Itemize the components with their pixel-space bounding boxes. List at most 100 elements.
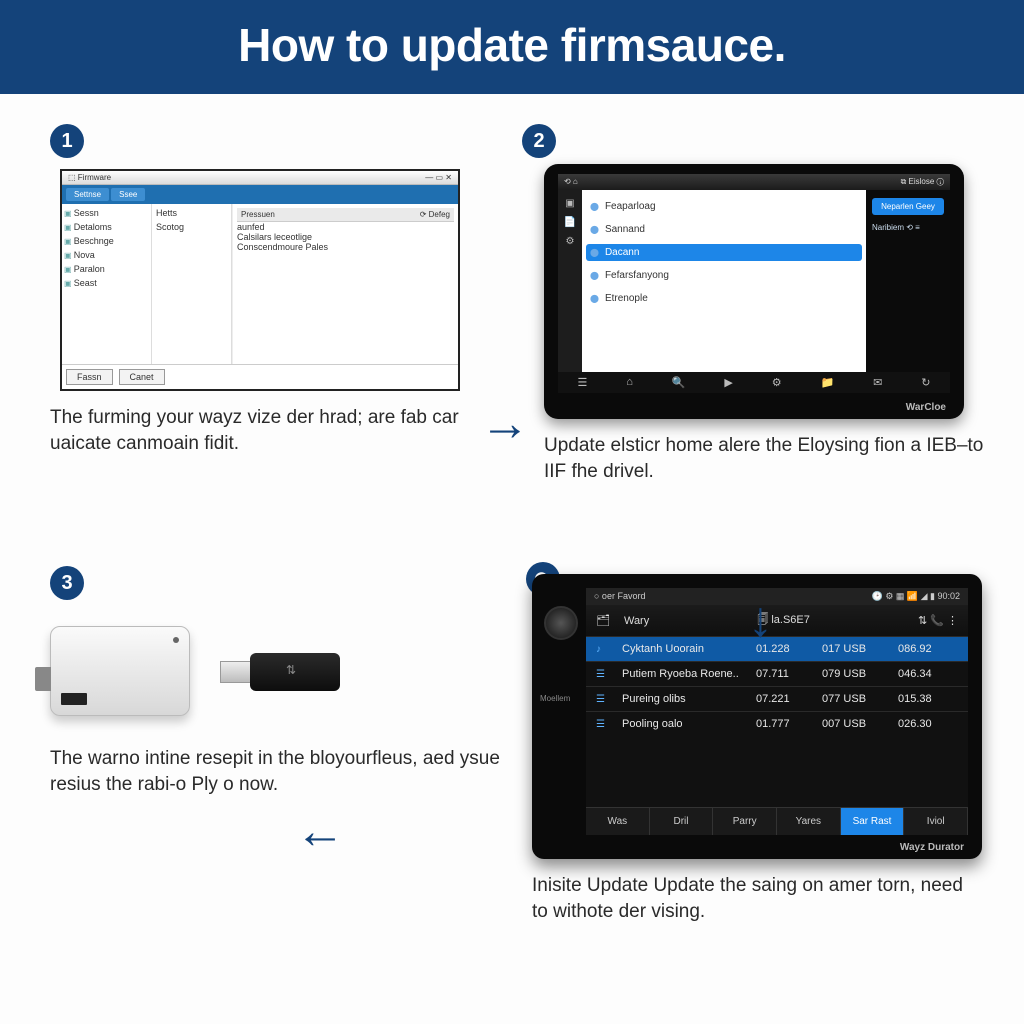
row-c3: 026.30 — [898, 718, 958, 730]
table-row[interactable]: ☰ Pureing olibs 07.221 077 USB 015.38 — [586, 686, 968, 711]
row-name: Pooling oalo — [622, 718, 750, 730]
steps-grid: → → → 1 ⬚ Firmware — ▭ ✕ Settnse Ssee Se… — [0, 94, 1024, 1018]
status-left: ○ oer Favord — [594, 591, 645, 602]
headunit-tabbar: Was Dril Parry Yares Sar Rast Iviol — [586, 807, 968, 835]
tablet-right-panel: Neparlen Geey Naribiem ⟲ ≡ — [866, 190, 950, 372]
step-2: 2 ⟲ ⌂ ⧉ Eislose ⓘ ▣ 📄 ⚙ Feaparloag — [522, 124, 984, 556]
step-4-caption: Inisite Update Update the saing on amer … — [532, 873, 984, 924]
tablet-side-icon[interactable]: ⚙ — [566, 236, 575, 247]
tablet-list-item-selected[interactable]: Dacann — [586, 244, 862, 261]
dock-icon[interactable]: 📁 — [821, 376, 835, 389]
row-c3: 046.34 — [898, 668, 958, 680]
pc-tab[interactable]: Ssee — [111, 188, 145, 201]
header-icons[interactable]: ⇅ 📞 ⋮ — [918, 614, 958, 627]
pc-detail-head-left: Pressuen — [241, 210, 275, 219]
row-c3: 086.92 — [898, 643, 958, 655]
pc-mid-item[interactable]: Hetts — [156, 208, 227, 218]
arrow-left-icon: → — [295, 819, 345, 877]
dock-icon[interactable]: ⌂ — [626, 376, 633, 389]
row-c2: 079 USB — [822, 668, 892, 680]
row-name: Putiem Ryoeba Roene.. — [622, 668, 750, 680]
row-c1: 01.777 — [756, 718, 816, 730]
tablet-sidebar: ▣ 📄 ⚙ — [558, 190, 582, 372]
tablet-brand: WarCloe — [906, 402, 946, 413]
headunit-brand: Wayz Durator — [900, 842, 964, 853]
dock-icon[interactable]: ☰ — [577, 376, 587, 389]
pc-nav-item[interactable]: Beschnge — [64, 236, 149, 246]
usb-stick-icon — [220, 645, 340, 697]
arrow-right-icon: → — [480, 394, 530, 452]
tablet-side-icon[interactable]: ▣ — [565, 198, 574, 209]
pc-tab[interactable]: Settnse — [66, 188, 109, 201]
pc-button-secondary[interactable]: Canet — [119, 369, 165, 385]
row-c2: 007 USB — [822, 718, 892, 730]
pc-nav-item[interactable]: Nova — [64, 250, 149, 260]
hu-tab[interactable]: Dril — [650, 808, 714, 835]
pc-nav-item[interactable]: Detaloms — [64, 222, 149, 232]
source-icon[interactable]: 🗂 — [596, 614, 610, 627]
row-c3: 015.38 — [898, 693, 958, 705]
pc-nav-item[interactable]: Sessn — [64, 208, 149, 218]
headunit-side-label: Moellem — [540, 694, 570, 703]
step-2-caption: Update elsticr home alere the Eloysing f… — [544, 433, 984, 484]
dock-icon[interactable]: ⚙ — [772, 376, 782, 389]
tablet-list-item[interactable]: Etrenople — [586, 290, 862, 307]
tablet-side-icon[interactable]: 📄 — [564, 217, 576, 228]
pc-title-text: ⬚ Firmware — [68, 173, 111, 182]
volume-knob[interactable] — [544, 606, 578, 640]
pc-button-primary[interactable]: Fassn — [66, 369, 113, 385]
pc-detail-line: aunfed — [237, 222, 454, 232]
row-icon: ☰ — [596, 694, 616, 705]
pc-mid-item[interactable]: Scotog — [156, 222, 227, 232]
row-name: Cyktanh Uoorain — [622, 643, 750, 655]
pc-nav-item[interactable]: Paralon — [64, 264, 149, 274]
pc-nav-item[interactable]: Seast — [64, 278, 149, 288]
tablet-top-right[interactable]: ⧉ Eislose ⓘ — [901, 177, 944, 187]
dock-icon[interactable]: ✉ — [873, 376, 882, 389]
pc-titlebar: ⬚ Firmware — ▭ ✕ — [62, 171, 458, 185]
tablet-action-button[interactable]: Neparlen Geey — [872, 198, 944, 215]
pc-window-controls[interactable]: — ▭ ✕ — [425, 173, 452, 182]
pc-detail-head-right[interactable]: ⟳ Defeg — [420, 210, 450, 219]
step-3: 3 The warno intine resepit in the bloyou… — [50, 566, 512, 998]
hu-tab[interactable]: Was — [586, 808, 650, 835]
row-icon: ♪ — [596, 644, 616, 655]
row-c2: 017 USB — [822, 643, 892, 655]
usb-illustration — [50, 626, 512, 716]
dock-icon[interactable]: ↻ — [921, 376, 930, 389]
tablet-top-left[interactable]: ⟲ ⌂ — [564, 177, 578, 187]
hu-tab[interactable]: Iviol — [904, 808, 968, 835]
pc-nav: Sessn Detaloms Beschnge Nova Paralon Sea… — [62, 204, 152, 364]
pc-mid-pane: Hetts Scotog — [152, 204, 232, 364]
tablet-topbar: ⟲ ⌂ ⧉ Eislose ⓘ — [558, 174, 950, 190]
step-3-caption: The warno intine resepit in the bloyourf… — [50, 746, 512, 797]
row-name: Pureing olibs — [622, 693, 750, 705]
row-icon: ☰ — [596, 719, 616, 730]
pc-detail-line: Conscendmoure Pales — [237, 242, 454, 252]
tablet-list-item[interactable]: Feaparloag — [586, 198, 862, 215]
pc-content-area — [237, 252, 454, 362]
hu-tab[interactable]: Yares — [777, 808, 841, 835]
table-row[interactable]: ☰ Putiem Ryoeba Roene.. 07.711 079 USB 0… — [586, 661, 968, 686]
pc-app-window: ⬚ Firmware — ▭ ✕ Settnse Ssee Sessn Deta… — [60, 169, 460, 391]
source-title: Wary — [624, 615, 649, 627]
headunit-table: ♪ Cyktanh Uoorain 01.228 017 USB 086.92 … — [586, 636, 968, 807]
table-row[interactable]: ☰ Pooling oalo 01.777 007 USB 026.30 — [586, 711, 968, 736]
arrow-down-icon: → — [740, 598, 798, 648]
tablet-right-text: Naribiem ⟲ ≡ — [872, 223, 944, 232]
page-title: How to update firmsauce. — [0, 0, 1024, 94]
pc-detail-line: Calsilars leceotlige — [237, 232, 454, 242]
tablet-list-item[interactable]: Fefarsfanyong — [586, 267, 862, 284]
hu-tab[interactable]: Parry — [713, 808, 777, 835]
step-badge-3: 3 — [50, 566, 84, 600]
dock-icon[interactable]: 🔍 — [672, 376, 686, 389]
step-1-caption: The furming your wayz vize der hrad; are… — [50, 405, 512, 456]
dock-icon[interactable]: ▶ — [724, 376, 732, 389]
tablet-file-list: Feaparloag Sannand Dacann Fefarsfanyong … — [582, 190, 866, 372]
status-right: 🕑 ⚙ ▦ 📶 ◢ ▮ 90:02 — [872, 591, 960, 602]
step-badge-1: 1 — [50, 124, 84, 158]
hu-tab-primary[interactable]: Sar Rast — [841, 808, 905, 835]
pc-toolbar: Settnse Ssee — [62, 185, 458, 204]
tablet-list-item[interactable]: Sannand — [586, 221, 862, 238]
step-badge-2: 2 — [522, 124, 556, 158]
